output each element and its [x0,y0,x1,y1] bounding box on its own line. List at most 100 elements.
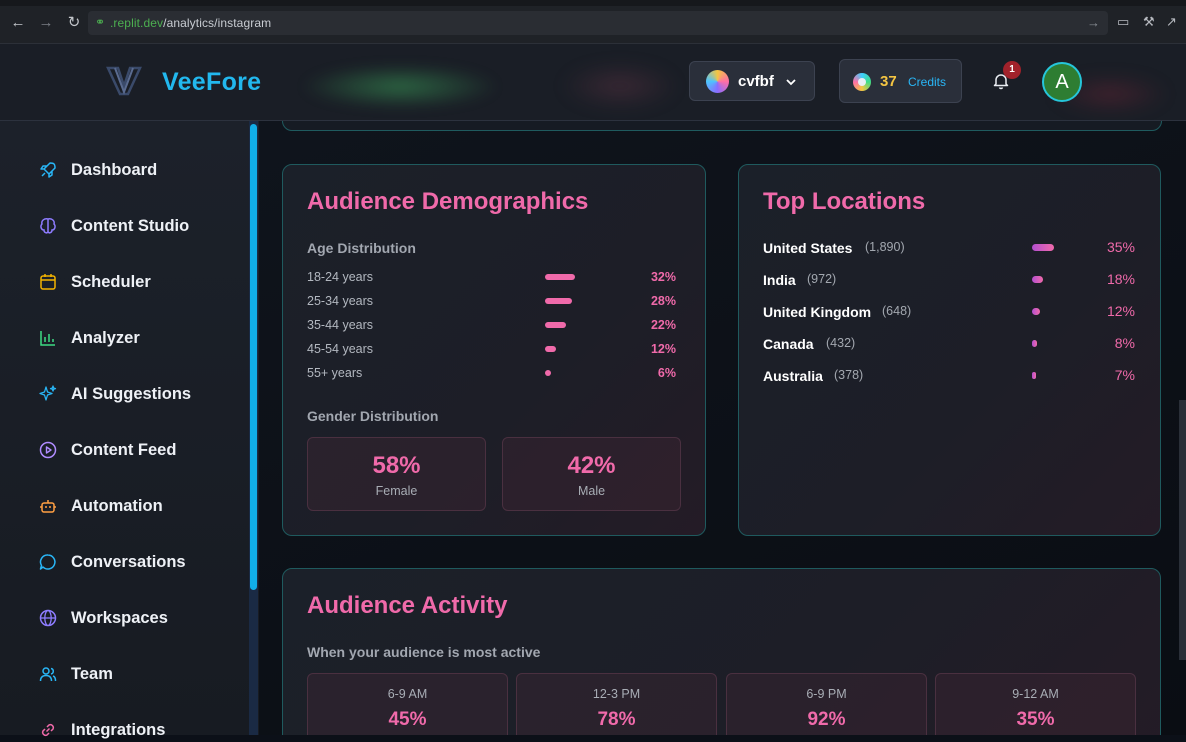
age-row-pct: 12% [650,342,676,356]
age-row-label: 45-54 years [307,342,374,356]
rocket-icon [38,160,58,180]
sidebar-item-label: Integrations [71,720,166,739]
sidebar-item-automation[interactable]: Automation [38,494,163,518]
location-name: United Kingdom [763,304,872,320]
sidebar-item-dashboard[interactable]: Dashboard [38,158,157,182]
sidebar-item-scheduler[interactable]: Scheduler [38,270,151,294]
sidebar-item-label: Automation [71,496,163,515]
age-row-pct: 6% [657,366,676,380]
monitor-icon[interactable]: ▭ [1117,14,1129,30]
age-row-pct: 28% [650,294,676,308]
location-name: Australia [763,368,823,384]
card-title: Audience Activity [307,592,508,619]
forward-arrow-icon[interactable]: → [37,14,55,32]
card-title: Audience Demographics [307,188,589,215]
card-title: Top Locations [763,188,926,215]
sidebar-item-label: Dashboard [71,160,158,179]
location-count: (1,890) [865,240,905,254]
user-avatar[interactable]: A [1042,62,1082,102]
male-label: Male [577,484,606,498]
sidebar-item-label: Analyzer [71,328,140,347]
sidebar-item-integrations[interactable]: Integrations [38,718,165,742]
link-icon: ⚭ [95,15,106,29]
location-pct: 12% [1106,303,1135,319]
activity-value: 35% [1016,709,1055,730]
location-name: United States [763,240,853,256]
reload-icon[interactable]: ↻ [65,14,83,32]
bot-icon [38,496,58,516]
veefore-logo-icon[interactable] [106,66,142,96]
sidebar-item-content-studio[interactable]: Content Studio [38,214,189,238]
female-label: Female [375,484,418,498]
location-pct: 7% [1114,367,1135,383]
sidebar-item-label: Content Studio [71,216,190,235]
age-distribution-title: Age Distribution [307,240,416,256]
male-stat: 42% Male [502,437,681,511]
credits-value: 37 [880,73,897,90]
activity-slot: 6-9 PM 92% [726,673,927,735]
url-text: .replit.dev/analytics/instagram [110,16,271,30]
wrench-icon[interactable]: ⚒ [1143,14,1155,30]
age-row-label: 35-44 years [307,318,374,332]
sidebar-scrollbar-thumb[interactable] [250,124,257,590]
activity-slot: 6-9 AM 45% [307,673,508,735]
sidebar-item-label: Team [71,664,113,683]
sidebar-item-label: AI Suggestions [71,384,192,403]
location-bar [1032,244,1055,251]
sidebar-item-content-feed[interactable]: Content Feed [38,438,176,462]
sidebar-item-conversations[interactable]: Conversations [38,550,186,574]
activity-value: 45% [388,709,427,730]
age-row-label: 55+ years [307,366,363,380]
age-row-bar [545,298,572,304]
age-row-label: 18-24 years [307,270,374,284]
app-header: VeeFore cvfbf 37 Credits 1 A [0,44,1186,121]
chevron-down-icon [786,79,796,86]
users-icon [38,664,58,684]
brand-name[interactable]: VeeFore [162,68,261,97]
credits-coin-icon [853,73,871,91]
page-scrollbar[interactable] [1179,400,1186,660]
chat-bubble-icon [38,552,58,572]
activity-time: 12-3 PM [592,687,641,701]
brain-icon [38,216,58,236]
age-row-bar [545,274,576,280]
activity-value: 92% [807,709,846,730]
sidebar-item-analyzer[interactable]: Analyzer [38,326,140,350]
go-arrow-icon[interactable]: → [1087,15,1100,30]
sparkles-icon [38,384,58,404]
location-name: India [763,272,796,288]
main-content: Audience Demographics Age Distribution 1… [259,121,1186,735]
back-arrow-icon[interactable]: ← [9,14,27,32]
workspace-name: cvfbf [738,73,774,90]
age-row-bar [545,370,551,376]
location-count: (378) [834,368,864,382]
age-row-bar [545,346,557,352]
activity-slot: 9-12 AM 35% [935,673,1136,735]
notification-badge: 1 [1003,61,1021,79]
gender-distribution-title: Gender Distribution [307,408,439,424]
sidebar-item-ai-suggestions[interactable]: AI Suggestions [38,382,191,406]
activity-time: 9-12 AM [1012,687,1059,701]
location-count: (432) [826,336,856,350]
address-bar[interactable]: ⚭ .replit.dev/analytics/instagram → [88,11,1108,35]
workspace-selector[interactable]: cvfbf [689,61,815,101]
sidebar-item-team[interactable]: Team [38,662,113,686]
top-locations-card: Top Locations United States (1,890) 35% … [738,164,1161,536]
location-pct: 8% [1114,335,1135,351]
workspace-avatar [706,70,729,93]
male-value: 42% [567,452,616,479]
age-row-pct: 22% [650,318,676,332]
credits-label: Credits [908,75,947,89]
location-bar [1032,308,1040,315]
external-link-icon[interactable]: ↗ [1166,14,1177,30]
activity-subtitle: When your audience is most active [307,644,541,660]
age-row-pct: 32% [650,270,676,284]
activity-time: 6-9 AM [387,687,428,701]
credits-button[interactable]: 37 Credits [839,59,962,103]
play-circle-icon [38,440,58,460]
activity-value: 78% [597,709,636,730]
age-row-label: 25-34 years [307,294,374,308]
sidebar-item-workspaces[interactable]: Workspaces [38,606,168,630]
tab-strip [0,0,1186,6]
link-icon [38,720,58,740]
